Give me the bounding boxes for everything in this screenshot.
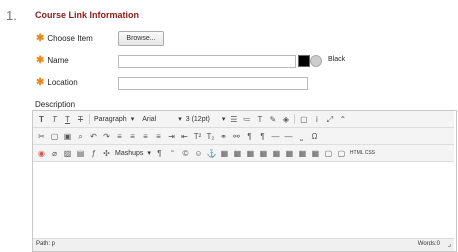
table-col-icon[interactable]: ▦ — [246, 149, 255, 158]
choose-item-row: ✱ Choose Item — [36, 33, 93, 44]
step-number: 1. — [6, 8, 17, 23]
html-css-button[interactable]: HTML CSS — [350, 150, 375, 156]
ltr-icon[interactable]: ¶ — [245, 132, 254, 141]
highlight-icon[interactable]: ✎ — [268, 115, 277, 124]
table-delete-icon[interactable]: ▦ — [298, 149, 307, 158]
superscript-icon[interactable]: T² — [193, 132, 202, 141]
toolbar-row-3: ◉ ⌀ ▨ ▤ ƒ ✣ Mashups ▾ ¶ “ © ☺ ⚓ ▦ ▦ ▦ ▦ ▦… — [33, 145, 454, 162]
name-input[interactable] — [118, 55, 296, 68]
name-row: ✱ Name — [36, 55, 69, 66]
table-insert-icon[interactable]: ▢ — [324, 149, 333, 158]
color-swatch[interactable] — [298, 55, 310, 67]
table-icon[interactable]: ▦ — [220, 149, 229, 158]
undo-icon[interactable]: ↶ — [89, 132, 98, 141]
toolbar-row-2: ✂ ▢ ▣ ⌕ ↶ ↷ ≡ ≡ ≡ ≡ ⇥ ⇤ T² T₂ ⚭ ⚯ ¶ ¶ — … — [33, 128, 454, 145]
nonbreaking-space-icon[interactable]: ⎵ — [297, 132, 306, 141]
paste-icon[interactable]: ▣ — [63, 132, 72, 141]
table-merge-icon[interactable]: ▦ — [272, 149, 281, 158]
resize-handle-icon[interactable]: ⌟ — [448, 240, 451, 248]
color-picker-icon[interactable] — [310, 55, 322, 67]
bullet-list-icon[interactable]: ☰ — [229, 115, 238, 124]
location-row: ✱ Location — [36, 77, 78, 88]
copy-icon[interactable]: ▢ — [50, 132, 59, 141]
align-right-icon[interactable]: ≡ — [141, 132, 150, 141]
special-char-icon[interactable]: Ω — [310, 132, 319, 141]
table-remove-icon[interactable]: ▢ — [337, 149, 346, 158]
italic-icon[interactable]: T — [50, 115, 59, 124]
chevron-down-icon: ▾ — [130, 116, 135, 123]
quote-icon[interactable]: “ — [168, 149, 177, 158]
toolbar-row-1: T T T T Paragraph ▾ Arial ▾ 3 (12pt) ▾ ☰ ≔ … — [33, 111, 454, 128]
choose-item-label: Choose Item — [47, 34, 93, 43]
subscript-icon[interactable]: T₂ — [206, 132, 215, 141]
word-count: Words:0 — [417, 241, 440, 247]
table-props-icon[interactable]: ▦ — [311, 149, 320, 158]
required-icon: ✱ — [36, 33, 45, 44]
align-justify-icon[interactable]: ≡ — [154, 132, 163, 141]
size-select[interactable]: 3 (12pt) — [186, 116, 210, 123]
table-cell-icon[interactable]: ▦ — [259, 149, 268, 158]
rtl-icon[interactable]: ¶ — [258, 132, 267, 141]
outdent-icon[interactable]: ⇤ — [180, 132, 189, 141]
required-icon: ✱ — [36, 55, 45, 66]
record-icon[interactable]: ◉ — [37, 149, 46, 158]
editor-status-bar: Path: p Words:0 ⌟ — [33, 238, 454, 251]
mashups-select[interactable]: Mashups — [115, 150, 143, 157]
location-input[interactable] — [118, 77, 308, 90]
color-name: Black — [328, 56, 346, 63]
info-icon[interactable]: i — [312, 115, 321, 124]
attach-icon[interactable]: ⌀ — [50, 149, 59, 158]
divider — [294, 114, 296, 124]
location-label: Location — [47, 78, 78, 87]
collapse-icon[interactable]: ⌃ — [338, 115, 347, 124]
required-icon: ✱ — [36, 77, 45, 88]
indent-icon[interactable]: ⇥ — [167, 132, 176, 141]
spellcheck-icon[interactable]: ▢ — [299, 115, 308, 124]
strikethrough-icon[interactable]: T — [76, 115, 85, 124]
text-color-icon[interactable]: T — [255, 115, 264, 124]
redo-icon[interactable]: ↷ — [102, 132, 111, 141]
mashups-icon[interactable]: ✣ — [102, 149, 111, 158]
image-icon[interactable]: ▨ — [63, 149, 72, 158]
hr-icon[interactable]: — — [284, 132, 293, 141]
divider — [89, 114, 90, 124]
bold-icon[interactable]: T — [37, 115, 46, 124]
section-title: Course Link Information — [35, 10, 140, 20]
copyright-icon[interactable]: © — [181, 149, 190, 158]
chevron-down-icon: ▾ — [178, 116, 182, 123]
paragraph-select[interactable]: Paragraph — [94, 116, 127, 123]
media-icon[interactable]: ▤ — [76, 149, 85, 158]
description-label: Description — [35, 100, 76, 109]
fullscreen-icon[interactable]: ⤢ — [325, 115, 334, 124]
name-label: Name — [47, 56, 69, 65]
unlink-icon[interactable]: ⚯ — [232, 132, 241, 141]
anchor-icon[interactable]: ⚓ — [207, 149, 217, 158]
paragraph-mark-icon[interactable]: ¶ — [155, 149, 164, 158]
numbered-list-icon[interactable]: ≔ — [242, 115, 251, 124]
horizontal-rule-icon[interactable]: — — [271, 132, 280, 141]
browse-button[interactable]: Browse... — [118, 31, 164, 46]
emoticon-icon[interactable]: ☺ — [194, 149, 203, 158]
align-left-icon[interactable]: ≡ — [115, 132, 124, 141]
chevron-down-icon: ▾ — [147, 150, 151, 157]
table-split-icon[interactable]: ▦ — [285, 149, 294, 158]
font-select[interactable]: Arial — [142, 116, 156, 123]
cut-icon[interactable]: ✂ — [37, 132, 46, 141]
path-label: Path: p — [36, 241, 56, 247]
underline-icon[interactable]: T — [63, 115, 72, 124]
chevron-down-icon: ▾ — [221, 116, 226, 123]
math-icon[interactable]: ƒ — [89, 149, 98, 158]
find-icon[interactable]: ⌕ — [76, 132, 85, 141]
eraser-icon[interactable]: ◈ — [281, 115, 290, 124]
align-center-icon[interactable]: ≡ — [128, 132, 137, 141]
table-row-icon[interactable]: ▦ — [233, 149, 242, 158]
link-icon[interactable]: ⚭ — [219, 132, 228, 141]
